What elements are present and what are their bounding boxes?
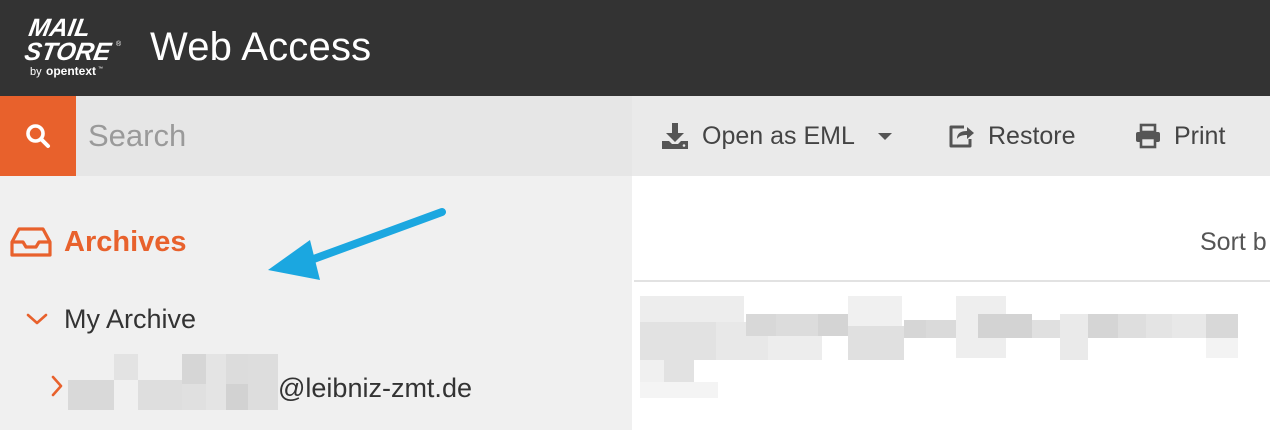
download-icon: [662, 123, 688, 149]
open-as-eml-button[interactable]: Open as EML: [660, 96, 855, 176]
svg-text:®: ®: [116, 40, 122, 48]
tree-item-mailbox[interactable]: @leibniz-zmt.de: [50, 354, 520, 410]
my-archive-label: My Archive: [64, 303, 197, 334]
message-row-redacted[interactable]: [632, 292, 1270, 402]
mailbox-domain-label: @leibniz-zmt.de: [278, 373, 472, 403]
svg-text:STORE: STORE: [22, 38, 114, 66]
svg-text:by: by: [30, 66, 42, 78]
archives-title: Archives: [64, 225, 187, 258]
restore-label: Restore: [988, 121, 1076, 150]
search-icon: [26, 124, 50, 148]
print-label: Print: [1174, 121, 1226, 150]
open-as-eml-label: Open as EML: [702, 121, 855, 150]
printer-icon: [1136, 123, 1160, 149]
search-field: [76, 96, 632, 176]
chevron-down-icon: [26, 313, 48, 325]
message-toolbar: Open as EML Restore Print: [632, 96, 1270, 176]
svg-text:opentext: opentext: [46, 64, 96, 78]
print-button[interactable]: Print: [1134, 96, 1225, 176]
tree-item-my-archive[interactable]: My Archive: [26, 301, 196, 337]
caret-down-icon: [878, 133, 892, 140]
open-as-eml-dropdown[interactable]: [876, 96, 894, 176]
app-title: Web Access: [150, 25, 372, 69]
sidebar: Archives My Archive @leibniz-zmt.de: [0, 96, 632, 430]
share-icon: [949, 125, 974, 148]
message-list: Sort b: [632, 176, 1270, 430]
mailstore-logo: MAIL STORE ® by opentext ™: [18, 12, 128, 80]
restore-button[interactable]: Restore: [948, 96, 1076, 176]
chevron-right-icon: [51, 375, 63, 397]
archives-header[interactable]: Archives: [10, 224, 187, 260]
search-input[interactable]: [76, 96, 632, 176]
inbox-tray-icon: [10, 227, 52, 257]
sort-by-label[interactable]: Sort b: [1200, 228, 1267, 257]
app-header: MAIL STORE ® by opentext ™ Web Access: [0, 0, 1270, 96]
search-button[interactable]: [0, 96, 76, 176]
list-divider: [634, 280, 1270, 282]
svg-text:™: ™: [98, 66, 103, 72]
